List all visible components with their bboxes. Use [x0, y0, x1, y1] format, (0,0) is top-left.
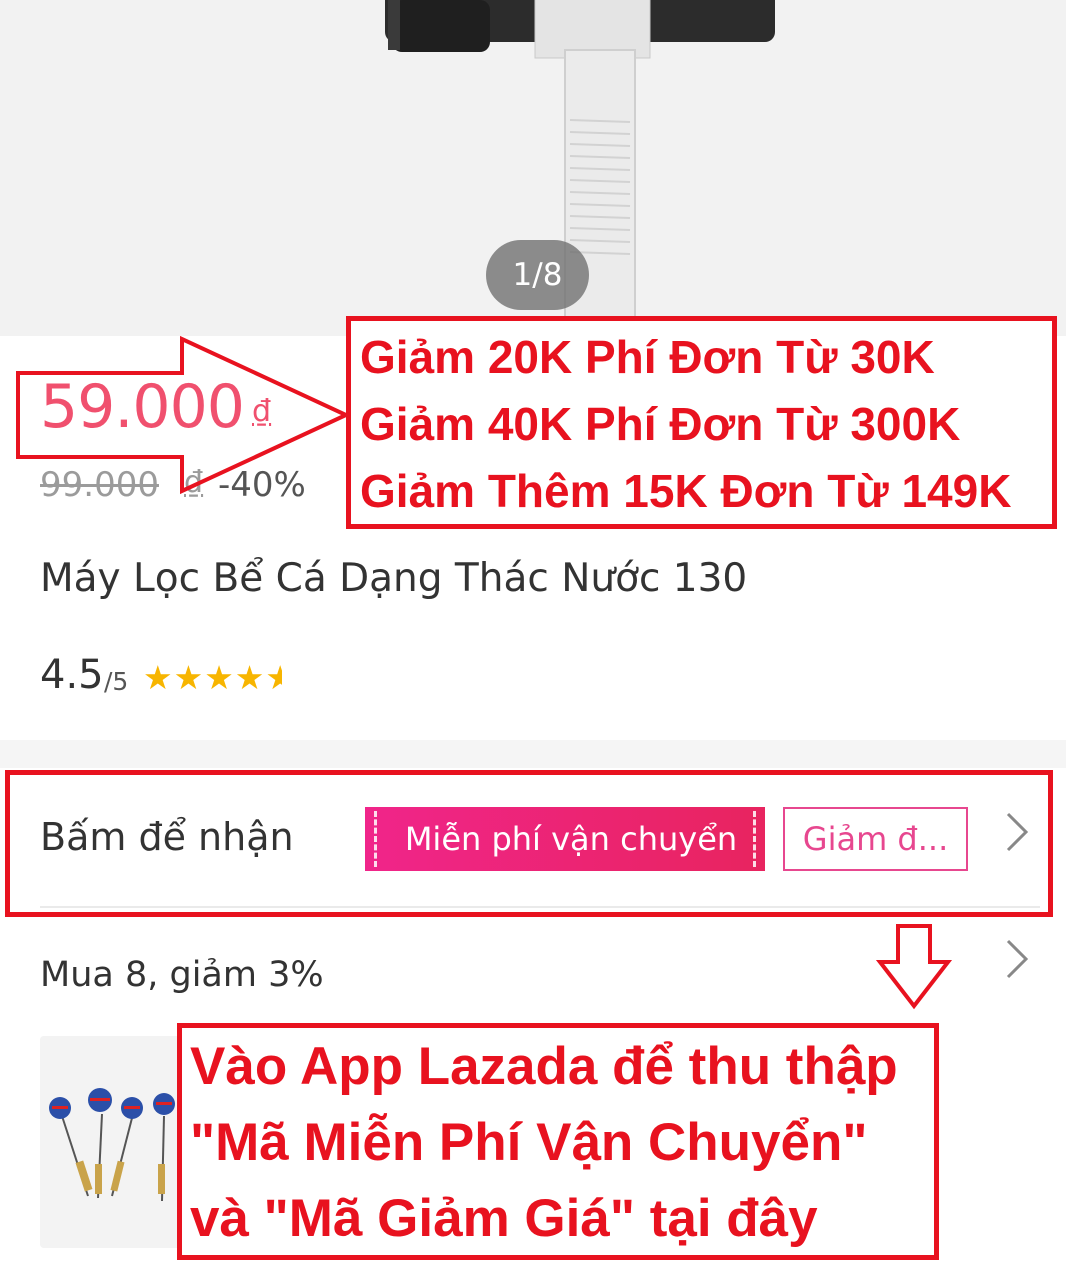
promo-line: Giảm 40K Phí Đơn Từ 300K — [360, 398, 961, 450]
rating-max: /5 — [104, 667, 129, 696]
star-icon: ★ — [143, 658, 174, 697]
star-icon: ★ — [173, 658, 205, 697]
chevron-right-icon[interactable] — [1004, 937, 1030, 992]
app-instruction-line: Vào App Lazada để thu thập — [190, 1037, 898, 1096]
voucher-row-highlight — [5, 770, 1053, 917]
darts-image — [40, 1036, 180, 1248]
bundle-offer-label[interactable]: Mua 8, giảm 3% — [40, 955, 324, 995]
image-counter: 1/8 — [486, 240, 589, 310]
arrow-down-icon — [875, 924, 953, 1010]
half-star-icon: ★ — [265, 658, 283, 697]
star-icon: ★ — [204, 658, 235, 697]
rating-value: 4.5 — [40, 652, 104, 698]
section-divider — [0, 740, 1066, 768]
star-icon: ★ — [234, 658, 266, 697]
app-instruction-line: "Mã Miễn Phí Vận Chuyển" — [190, 1113, 868, 1172]
rating-stars[interactable]: ★★★★★ — [143, 658, 282, 697]
promo-line: Giảm Thêm 15K Đơn Từ 149K — [360, 465, 1012, 517]
product-title: Máy Lọc Bể Cá Dạng Thác Nước 130 — [40, 556, 748, 601]
app-instruction-line: và "Mã Giảm Giá" tại đây — [190, 1189, 818, 1248]
promo-line: Giảm 20K Phí Đơn Từ 30K — [360, 331, 935, 383]
arrow-right-icon — [16, 335, 351, 495]
related-product-thumbnail[interactable] — [40, 1036, 180, 1248]
